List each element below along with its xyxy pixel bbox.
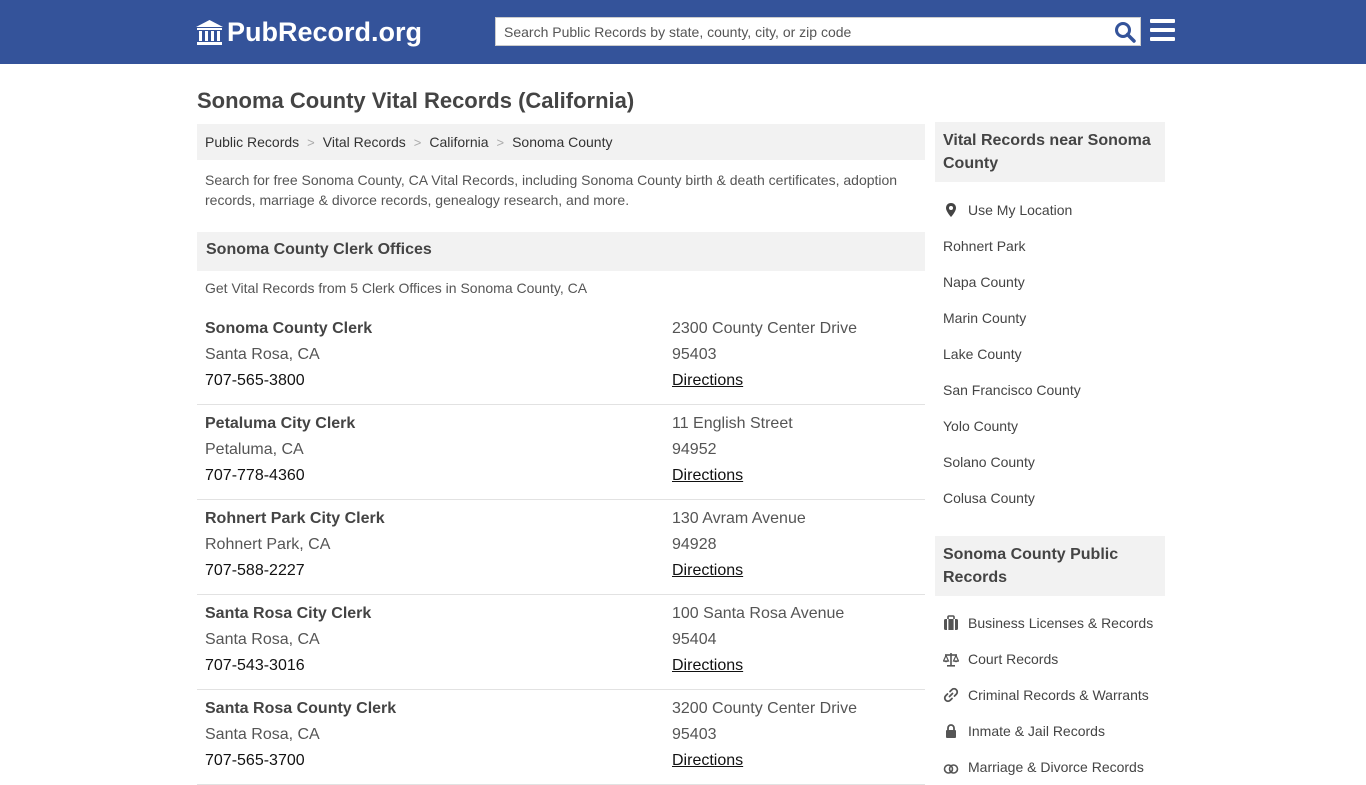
public-record-label: Marriage & Divorce Records [968, 759, 1144, 775]
breadcrumb-public-records[interactable]: Public Records [205, 134, 299, 150]
clerk-office-item: Rohnert Park City Clerk Rohnert Park, CA… [197, 500, 925, 595]
clerk-section-title: Sonoma County Clerk Offices [197, 232, 925, 271]
use-my-location-link[interactable]: Use My Location [943, 192, 1165, 228]
breadcrumb-current: Sonoma County [512, 134, 613, 150]
office-city: Santa Rosa, CA [205, 346, 320, 363]
nearby-item[interactable]: Rohnert Park [943, 228, 1165, 264]
intro-text: Search for free Sonoma County, CA Vital … [205, 172, 898, 208]
public-records-title: Sonoma County Public Records [935, 536, 1165, 596]
nearby-item[interactable]: Colusa County [943, 480, 1165, 516]
clerk-office-item: Petaluma City Clerk Petaluma, CA 707-778… [197, 405, 925, 500]
directions-link[interactable]: Directions [672, 372, 743, 390]
search-box [495, 17, 1141, 46]
office-zip: 95403 [672, 726, 717, 743]
office-phone[interactable]: 707-565-3700 [205, 752, 305, 770]
search-icon[interactable] [1114, 21, 1136, 43]
nearby-item[interactable]: San Francisco County [943, 372, 1165, 408]
office-name: Santa Rosa City Clerk [205, 605, 372, 622]
office-city: Rohnert Park, CA [205, 536, 331, 553]
directions-link[interactable]: Directions [672, 752, 743, 770]
breadcrumb-vital-records[interactable]: Vital Records [323, 134, 406, 150]
office-city: Santa Rosa, CA [205, 726, 320, 743]
public-record-item[interactable]: Inmate & Jail Records [943, 713, 1165, 749]
hamburger-menu-icon[interactable] [1150, 19, 1175, 41]
office-zip: 94952 [672, 441, 717, 458]
public-record-item[interactable]: Business Licenses & Records [943, 605, 1165, 641]
nearby-item[interactable]: Yolo County [943, 408, 1165, 444]
office-city: Santa Rosa, CA [205, 631, 320, 648]
directions-link[interactable]: Directions [672, 467, 743, 485]
public-record-label: Criminal Records & Warrants [968, 687, 1149, 703]
nearby-vital-records-title: Vital Records near Sonoma County [935, 122, 1165, 182]
briefcase-icon [944, 615, 958, 630]
directions-link[interactable]: Directions [672, 562, 743, 580]
top-navbar: PubRecord.org [0, 0, 1366, 64]
rings-icon [943, 764, 959, 774]
public-record-item[interactable]: Marriage & Divorce Records [943, 749, 1165, 785]
office-phone[interactable]: 707-588-2227 [205, 562, 305, 580]
lock-icon [946, 724, 956, 738]
office-address: 130 Avram Avenue [672, 510, 806, 527]
clerk-section-subtext: Get Vital Records from 5 Clerk Offices i… [205, 280, 588, 296]
office-phone[interactable]: 707-543-3016 [205, 657, 305, 675]
clerk-office-item: Santa Rosa City Clerk Santa Rosa, CA 707… [197, 595, 925, 690]
nearby-item[interactable]: Napa County [943, 264, 1165, 300]
public-record-label: Court Records [968, 651, 1059, 667]
breadcrumb-separator: > [413, 134, 422, 150]
search-input[interactable] [496, 18, 1106, 45]
nearby-item[interactable]: Solano County [943, 444, 1165, 480]
office-name: Santa Rosa County Clerk [205, 700, 397, 717]
nearby-item[interactable]: Marin County [943, 300, 1165, 336]
site-logo[interactable]: PubRecord.org [195, 17, 422, 48]
public-record-item[interactable]: Court Records [943, 641, 1165, 677]
public-record-item[interactable]: Criminal Records & Warrants [943, 677, 1165, 713]
link-icon [943, 687, 959, 703]
courthouse-icon [196, 20, 223, 45]
office-city: Petaluma, CA [205, 441, 304, 458]
office-name: Sonoma County Clerk [205, 320, 373, 337]
office-zip: 95403 [672, 346, 717, 363]
page-title: Sonoma County Vital Records (California) [197, 88, 635, 113]
breadcrumb-separator: > [307, 134, 315, 150]
breadcrumb: Public Records > Vital Records > Califor… [197, 124, 925, 160]
office-name: Petaluma City Clerk [205, 415, 356, 432]
nearby-item[interactable]: Lake County [943, 336, 1165, 372]
office-zip: 95404 [672, 631, 717, 648]
office-address: 2300 County Center Drive [672, 320, 857, 337]
office-address: 11 English Street [672, 415, 793, 432]
public-record-label: Business Licenses & Records [968, 615, 1154, 631]
office-phone[interactable]: 707-565-3800 [205, 372, 305, 390]
office-phone[interactable]: 707-778-4360 [205, 467, 305, 485]
clerk-office-item: Santa Rosa County Clerk Santa Rosa, CA 7… [197, 690, 925, 785]
office-address: 3200 County Center Drive [672, 700, 857, 717]
office-zip: 94928 [672, 536, 717, 553]
scales-icon [943, 653, 959, 667]
public-records-list: Business Licenses & Records Court Record… [943, 605, 1165, 785]
public-record-label: Inmate & Jail Records [968, 723, 1105, 739]
office-address: 100 Santa Rosa Avenue [672, 605, 845, 622]
office-name: Rohnert Park City Clerk [205, 510, 385, 527]
clerk-office-list: Sonoma County Clerk Santa Rosa, CA 707-5… [197, 310, 925, 785]
logo-text: PubRecord.org [227, 17, 423, 47]
directions-link[interactable]: Directions [672, 657, 743, 675]
map-marker-icon [946, 203, 956, 217]
use-my-location-label: Use My Location [968, 202, 1073, 218]
breadcrumb-california[interactable]: California [429, 134, 488, 150]
clerk-office-item: Sonoma County Clerk Santa Rosa, CA 707-5… [197, 310, 925, 405]
breadcrumb-separator: > [496, 134, 505, 150]
nearby-list: Use My Location Rohnert Park Napa County… [943, 192, 1165, 516]
